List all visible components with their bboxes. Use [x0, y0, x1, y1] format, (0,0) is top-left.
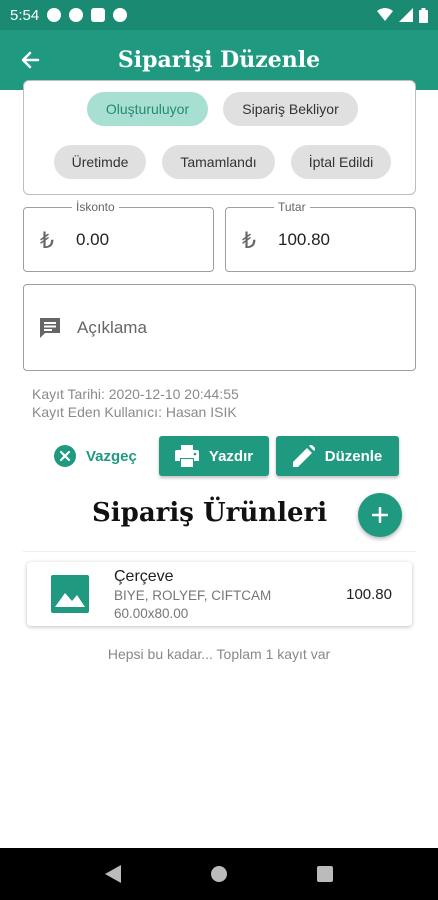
- status-chip-awaiting[interactable]: Sipariş Bekliyor: [223, 92, 358, 126]
- lira-icon: ₺: [40, 228, 54, 253]
- print-button[interactable]: Yazdır: [159, 436, 269, 476]
- description-placeholder: Açıklama: [77, 318, 147, 337]
- plus-icon: [372, 507, 388, 523]
- status-chip-cancelled[interactable]: İptal Edildi: [291, 145, 391, 179]
- status-time: 5:54: [10, 6, 40, 24]
- product-list-item[interactable]: Çerçeve BIYE, ROLYEF, CIFTCAM 60.00x80.0…: [27, 562, 412, 626]
- product-details: BIYE, ROLYEF, CIFTCAM: [114, 588, 272, 603]
- product-size: 60.00x80.00: [114, 606, 189, 621]
- notification-icon: [113, 8, 128, 22]
- notification-icon: [69, 8, 84, 22]
- nav-recents-icon[interactable]: [317, 866, 334, 882]
- products-section-title: Sipariş Ürünleri: [92, 498, 328, 528]
- product-name: Çerçeve: [114, 568, 174, 585]
- status-chip-production[interactable]: Üretimde: [54, 145, 146, 179]
- edit-button[interactable]: Düzenle: [276, 436, 399, 476]
- status-chip-completed[interactable]: Tamamlandı: [162, 145, 275, 179]
- divider: [23, 551, 416, 552]
- status-chip-label: Sipariş Bekliyor: [242, 101, 339, 117]
- battery-icon: [419, 7, 428, 23]
- image-icon: [51, 575, 89, 613]
- list-footer-note: Hepsi bu kadar... Toplam 1 kayıt var: [107, 646, 331, 662]
- notification-icon: [91, 8, 106, 22]
- status-bar: 5:54: [0, 0, 438, 30]
- lira-icon: ₺: [242, 228, 256, 253]
- add-product-button[interactable]: [358, 493, 402, 537]
- record-date: Kayıt Tarihi: 2020-12-10 20:44:55: [32, 386, 239, 402]
- comment-icon: [40, 318, 60, 338]
- total-field[interactable]: Tutar ₺ 100.80: [225, 200, 416, 272]
- page-title: Siparişi Düzenle: [117, 47, 321, 73]
- print-button-label: Yazdır: [208, 447, 254, 465]
- notification-icon: [47, 8, 62, 22]
- discount-value: 0.00: [76, 230, 110, 249]
- cancel-button[interactable]: Vazgeç: [48, 436, 148, 476]
- signal-icon: [399, 8, 413, 22]
- product-price: 100.80: [346, 586, 392, 603]
- description-field[interactable]: Açıklama: [23, 284, 416, 371]
- wifi-icon: [377, 8, 393, 21]
- cancel-button-label: Vazgeç: [86, 447, 137, 465]
- status-chip-label: Üretimde: [71, 154, 129, 170]
- system-nav-bar: [0, 848, 438, 900]
- pencil-icon: [292, 445, 315, 467]
- status-chip-label: Oluşturuluyor: [105, 101, 190, 117]
- total-label: Tutar: [274, 200, 310, 214]
- discount-label: İskonto: [72, 200, 119, 214]
- status-chip-label: Tamamlandı: [180, 154, 257, 170]
- nav-back-icon[interactable]: [104, 865, 121, 883]
- record-user: Kayıt Eden Kullanıcı: Hasan ISIK: [32, 404, 237, 420]
- arrow-left-icon: [21, 51, 40, 69]
- status-chip-label: İptal Edildi: [308, 154, 374, 170]
- status-chip-creating[interactable]: Oluşturuluyor: [87, 92, 208, 126]
- nav-home-icon[interactable]: [210, 865, 228, 883]
- close-circle-icon: [54, 445, 76, 467]
- status-chip-group: Oluşturuluyor Sipariş Bekliyor Üretimde …: [23, 80, 416, 195]
- discount-field[interactable]: İskonto ₺ 0.00: [23, 200, 214, 272]
- printer-icon: [174, 445, 199, 467]
- edit-button-label: Düzenle: [324, 447, 383, 465]
- total-value: 100.80: [278, 230, 330, 249]
